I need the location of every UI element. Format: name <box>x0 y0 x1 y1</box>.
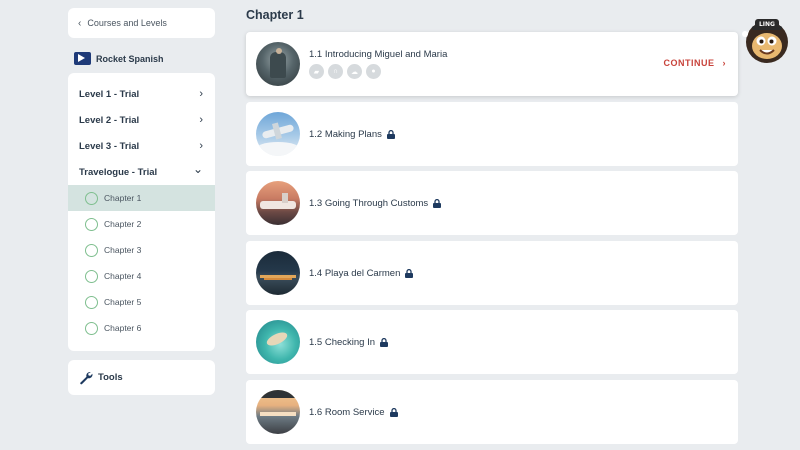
conversation-icon: ☁ <box>347 64 362 79</box>
lock-icon <box>380 337 389 347</box>
chapter-label: Chapter 6 <box>104 323 142 333</box>
lesson-card-1-5[interactable]: 1.5 Checking In <box>246 310 738 374</box>
lock-icon <box>389 407 398 417</box>
lesson-card-1-2[interactable]: 1.2 Making Plans <box>246 102 738 166</box>
level-label: Level 3 - Trial <box>79 140 140 152</box>
lock-icon <box>405 268 414 278</box>
continue-button[interactable]: CONTINUE › <box>663 58 726 68</box>
progress-ring-icon <box>85 269 98 283</box>
level-label: Level 2 - Trial <box>79 114 140 126</box>
lesson-card-1-4[interactable]: 1.4 Playa del Carmen <box>246 241 738 305</box>
rocket-languages-logo-icon <box>74 52 91 65</box>
chevron-down-icon: ⌄ <box>192 162 203 176</box>
continue-label: CONTINUE <box>663 58 715 68</box>
chapter-label: Chapter 4 <box>104 271 142 281</box>
lesson-title-row: 1.4 Playa del Carmen <box>309 267 414 279</box>
chevron-right-icon: › <box>199 114 203 126</box>
lesson-title-row: 1.2 Making Plans <box>309 129 395 140</box>
lesson-thumbnail <box>256 251 300 295</box>
chapter-label: Chapter 2 <box>104 219 142 229</box>
chapter-label: Chapter 5 <box>104 297 142 307</box>
lesson-media-icons: ▰ ∩ ☁ ● <box>309 64 447 79</box>
wrench-icon <box>80 371 93 384</box>
lesson-title: 1.3 Going Through Customs <box>309 197 429 209</box>
chapter-label: Chapter 1 <box>104 193 142 203</box>
chapter-item-3[interactable]: Chapter 3 <box>68 237 215 263</box>
lesson-thumbnail <box>256 320 300 364</box>
lesson-card-1-6[interactable]: 1.6 Room Service <box>246 380 738 444</box>
microphone-icon: ● <box>366 64 381 79</box>
chevron-right-icon: › <box>722 58 726 68</box>
back-to-courses-link[interactable]: ‹ Courses and Levels <box>68 8 215 38</box>
chevron-right-icon: › <box>199 88 203 100</box>
lesson-title: 1.2 Making Plans <box>309 128 382 140</box>
chapter-item-2[interactable]: Chapter 2 <box>68 211 215 237</box>
back-link-label: Courses and Levels <box>87 18 167 28</box>
tools-label: Tools <box>98 372 123 383</box>
ling-mascot-icon: LING <box>742 19 788 63</box>
chapter-item-6[interactable]: Chapter 6 <box>68 315 215 341</box>
tools-button[interactable]: Tools <box>68 360 215 395</box>
progress-ring-icon <box>85 295 98 309</box>
lock-icon <box>433 198 442 208</box>
chapter-item-4[interactable]: Chapter 4 <box>68 263 215 289</box>
level-item-2[interactable]: Level 2 - Trial › <box>68 107 215 133</box>
level-item-1[interactable]: Level 1 - Trial › <box>68 81 215 107</box>
lesson-thumbnail <box>256 112 300 156</box>
progress-ring-icon <box>85 191 98 205</box>
course-brand: Rocket Spanish <box>74 52 164 65</box>
headphones-icon: ∩ <box>328 64 343 79</box>
chapter-item-1[interactable]: Chapter 1 <box>68 185 215 211</box>
level-label: Travelogue - Trial <box>79 166 158 178</box>
page-title: Chapter 1 <box>246 8 304 22</box>
lesson-card-1-3[interactable]: 1.3 Going Through Customs <box>246 171 738 235</box>
lesson-card-1-1[interactable]: 1.1 Introducing Miguel and Maria ▰ ∩ ☁ ●… <box>246 32 738 96</box>
levels-menu: Level 1 - Trial › Level 2 - Trial › Leve… <box>68 73 215 351</box>
lesson-title-row: 1.5 Checking In <box>309 336 389 348</box>
lesson-title: 1.6 Room Service <box>309 406 385 418</box>
lesson-title: 1.1 Introducing Miguel and Maria <box>309 49 448 60</box>
chapter-item-5[interactable]: Chapter 5 <box>68 289 215 315</box>
chapter-label: Chapter 3 <box>104 245 142 255</box>
lesson-title: 1.4 Playa del Carmen <box>309 267 401 279</box>
chevron-right-icon: › <box>199 140 203 152</box>
level-item-3[interactable]: Level 3 - Trial › <box>68 133 215 159</box>
chevron-left-icon: ‹ <box>78 17 82 29</box>
lesson-thumbnail <box>256 42 300 86</box>
progress-ring-icon <box>85 243 98 257</box>
audio-icon: ▰ <box>309 64 324 79</box>
level-label: Level 1 - Trial <box>79 88 140 100</box>
lesson-thumbnail <box>256 390 300 434</box>
lock-icon <box>386 129 395 139</box>
progress-ring-icon <box>85 217 98 231</box>
progress-ring-icon <box>85 321 98 335</box>
lesson-thumbnail <box>256 181 300 225</box>
lesson-title-row: 1.6 Room Service <box>309 407 398 418</box>
level-item-travelogue[interactable]: Travelogue - Trial ⌄ <box>68 159 215 185</box>
lesson-title: 1.5 Checking In <box>309 336 376 348</box>
course-name: Rocket Spanish <box>96 53 164 64</box>
lesson-title-row: 1.3 Going Through Customs <box>309 197 442 209</box>
mascot-badge: LING <box>759 21 775 28</box>
